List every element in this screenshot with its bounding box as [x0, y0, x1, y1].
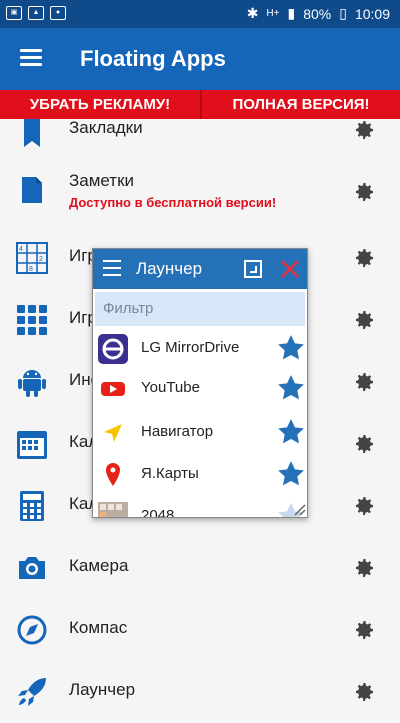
- list-item-label: Заметки: [69, 171, 135, 190]
- calculator-icon: [20, 491, 44, 521]
- signal-icon: ▮: [287, 5, 296, 21]
- launcher-header[interactable]: Лаунчер: [93, 249, 307, 289]
- launcher-item-label: 2048: [141, 507, 175, 517]
- gear-icon[interactable]: [352, 370, 376, 394]
- launcher-item[interactable]: 2048: [93, 496, 307, 517]
- list-item[interactable]: Компас: [0, 599, 400, 661]
- game-2048-icon: [98, 502, 128, 517]
- list-item[interactable]: Заметки Доступно в бесплатной версии!: [0, 165, 400, 227]
- map-pin-icon: [106, 463, 120, 486]
- battery-percent: 80%: [303, 5, 332, 22]
- launcher-item-label: LG MirrorDrive: [141, 339, 240, 356]
- list-item-label: Камера: [69, 556, 129, 575]
- list-item[interactable]: Камера: [0, 537, 400, 599]
- launcher-window[interactable]: Лаунчер Фильтр LG MirrorDrive YouTube На…: [92, 248, 308, 518]
- launcher-item[interactable]: Навигатор: [93, 412, 307, 454]
- launcher-item-label: YouTube: [141, 379, 200, 396]
- list-item-label: Лаунчер: [69, 680, 136, 699]
- star-icon[interactable]: [277, 334, 305, 362]
- gear-icon[interactable]: [352, 246, 376, 270]
- maximize-icon[interactable]: [244, 260, 262, 278]
- rocket-icon: [18, 678, 46, 706]
- list-item[interactable]: Лаунчер: [0, 661, 400, 723]
- gear-icon[interactable]: [352, 308, 376, 332]
- gear-icon[interactable]: [352, 680, 376, 704]
- launcher-item[interactable]: LG MirrorDrive: [93, 328, 307, 370]
- apps-grid-icon: [17, 305, 47, 335]
- notification-icon: ▣: [6, 6, 22, 20]
- battery-icon: ▯: [339, 5, 347, 21]
- gear-icon[interactable]: [352, 432, 376, 456]
- launcher-item[interactable]: Я.Карты: [93, 454, 307, 496]
- gear-icon[interactable]: [352, 180, 376, 204]
- sudoku-grid-icon: 4 28: [16, 242, 48, 274]
- list-item-label: Закладки: [69, 118, 143, 137]
- star-icon[interactable]: [277, 374, 305, 402]
- network-type: H+: [266, 8, 280, 19]
- star-icon[interactable]: [277, 460, 305, 488]
- compass-icon: [17, 615, 47, 645]
- gear-icon[interactable]: [352, 556, 376, 580]
- lg-mirrordrive-icon: [98, 334, 128, 364]
- free-version-note: Доступно в бесплатной версии!: [69, 195, 277, 210]
- youtube-icon: [101, 382, 125, 396]
- launcher-item[interactable]: YouTube: [93, 368, 307, 410]
- menu-icon[interactable]: [20, 49, 42, 67]
- launcher-menu-icon[interactable]: [103, 260, 121, 276]
- app-title: Floating Apps: [80, 46, 226, 71]
- list-item-label: Компас: [69, 618, 128, 637]
- svg-text:8: 8: [29, 266, 33, 273]
- launcher-title: Лаунчер: [136, 259, 203, 278]
- filter-input[interactable]: Фильтр: [95, 292, 305, 326]
- close-icon[interactable]: [279, 258, 301, 280]
- navigator-icon: [104, 424, 122, 442]
- launcher-item-label: Я.Карты: [141, 465, 199, 482]
- app-bar: Floating Apps: [0, 28, 400, 90]
- launcher-item-label: Навигатор: [141, 423, 214, 440]
- bluetooth-icon: ✱: [246, 5, 259, 21]
- clock: 10:09: [354, 5, 390, 22]
- resize-handle[interactable]: [292, 502, 306, 516]
- calendar-icon: [17, 431, 47, 459]
- list-item[interactable]: Закладки: [0, 103, 400, 165]
- star-icon[interactable]: [277, 418, 305, 446]
- camera-icon: [19, 557, 45, 579]
- gear-icon[interactable]: [352, 618, 376, 642]
- gear-icon[interactable]: [352, 494, 376, 518]
- svg-text:4: 4: [19, 246, 23, 253]
- status-bar: ▣ ▲ ● ✱ H+ ▮ 80% ▯ 10:09: [0, 0, 400, 28]
- launcher-app-list: LG MirrorDrive YouTube Навигатор Я.Карты…: [93, 328, 307, 517]
- notes-icon: [22, 177, 42, 203]
- gear-icon[interactable]: [352, 118, 376, 142]
- bookmark-icon: [24, 119, 40, 147]
- image-notification-icon: ▲: [28, 6, 44, 20]
- android-icon: [18, 370, 46, 397]
- svg-text:2: 2: [39, 256, 43, 263]
- car-notification-icon: ●: [50, 6, 66, 20]
